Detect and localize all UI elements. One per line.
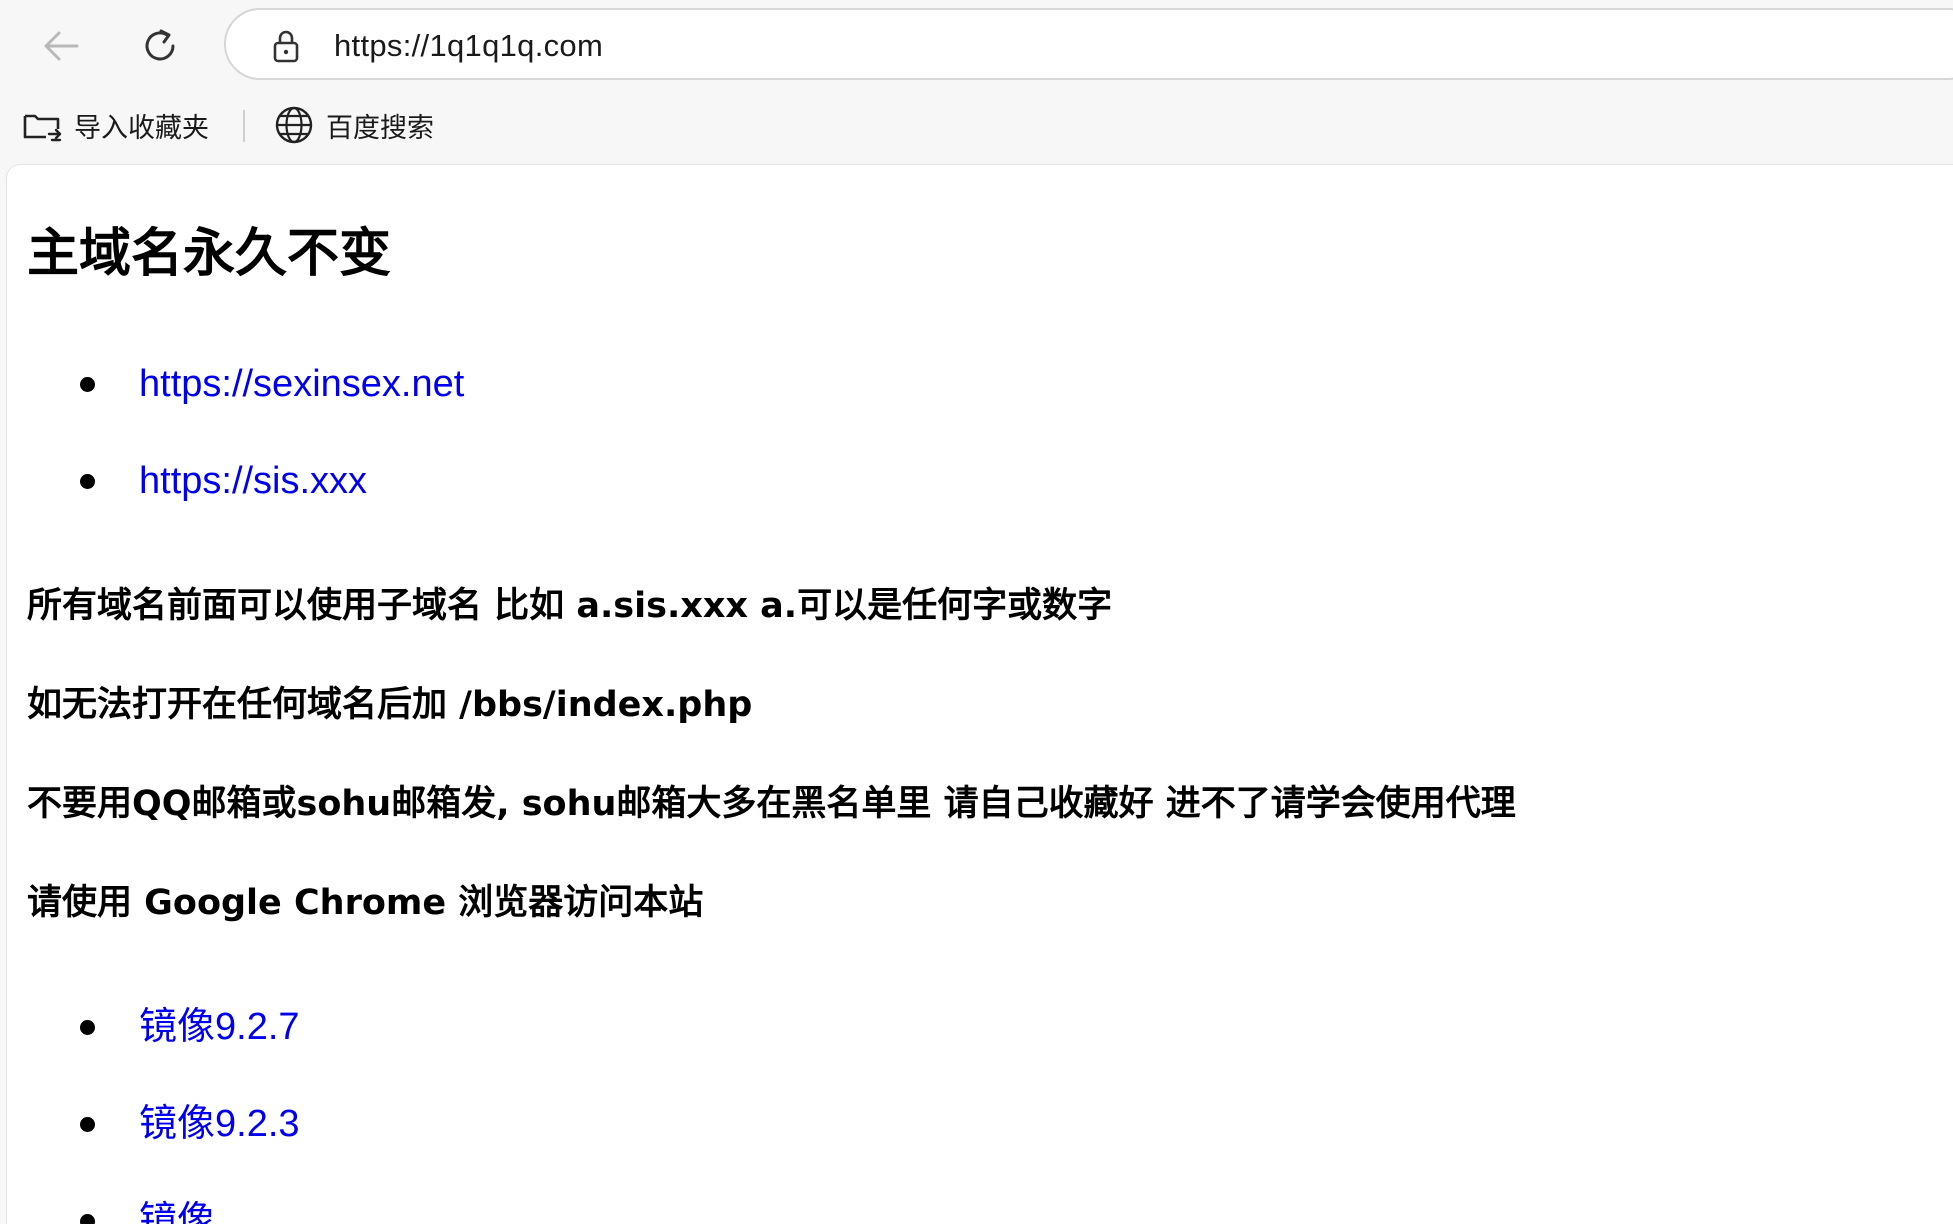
mirror-link[interactable]: 镜像 bbox=[139, 1185, 215, 1224]
bookmark-baidu-search[interactable]: 百度搜索 bbox=[274, 102, 434, 148]
page-title: 主域名永久不变 bbox=[27, 224, 392, 284]
bullet bbox=[80, 1214, 95, 1224]
bullet bbox=[80, 377, 95, 392]
bullet bbox=[80, 1117, 95, 1132]
address-bar[interactable]: https://1q1q1q.com bbox=[224, 8, 1953, 80]
domain-link[interactable]: https://sis.xxx bbox=[139, 445, 367, 517]
bullet bbox=[80, 474, 95, 489]
bookmark-import-favorites[interactable]: 导入收藏夹 bbox=[22, 102, 209, 148]
bookmark-separator bbox=[243, 110, 245, 142]
back-button[interactable] bbox=[33, 18, 89, 74]
domain-link[interactable]: https://sexinsex.net bbox=[139, 348, 464, 420]
path-note: 如无法打开在任何域名后加 /bbs/index.php bbox=[27, 685, 753, 725]
url-text[interactable]: https://1q1q1q.com bbox=[334, 28, 603, 64]
page-content: 主域名永久不变 https://sexinsex.net https://sis… bbox=[6, 164, 1953, 1224]
lock-icon[interactable] bbox=[268, 28, 304, 64]
subdomain-note: 所有域名前面可以使用子域名 比如 a.sis.xxx a.可以是任何字或数字 bbox=[27, 586, 1113, 626]
bookmarks-bar: 导入收藏夹 百度搜索 bbox=[0, 92, 1953, 158]
mirror-link[interactable]: 镜像9.2.3 bbox=[139, 1088, 300, 1160]
refresh-button[interactable] bbox=[132, 18, 188, 74]
bullet bbox=[80, 1020, 95, 1035]
import-favorites-icon bbox=[23, 114, 62, 142]
mirror-link[interactable]: 镜像9.2.7 bbox=[139, 991, 300, 1063]
browser-toolbar: https://1q1q1q.com bbox=[0, 0, 1953, 92]
browser-note: 请使用 Google Chrome 浏览器访问本站 bbox=[27, 883, 704, 923]
bookmark-label: 百度搜索 bbox=[326, 112, 434, 144]
bookmark-label: 导入收藏夹 bbox=[74, 112, 209, 144]
back-arrow-icon bbox=[44, 31, 79, 61]
globe-icon bbox=[275, 106, 313, 144]
email-note: 不要用QQ邮箱或sohu邮箱发, sohu邮箱大多在黑名单里 请自己收藏好 进不… bbox=[27, 784, 1516, 824]
refresh-icon bbox=[145, 29, 175, 61]
